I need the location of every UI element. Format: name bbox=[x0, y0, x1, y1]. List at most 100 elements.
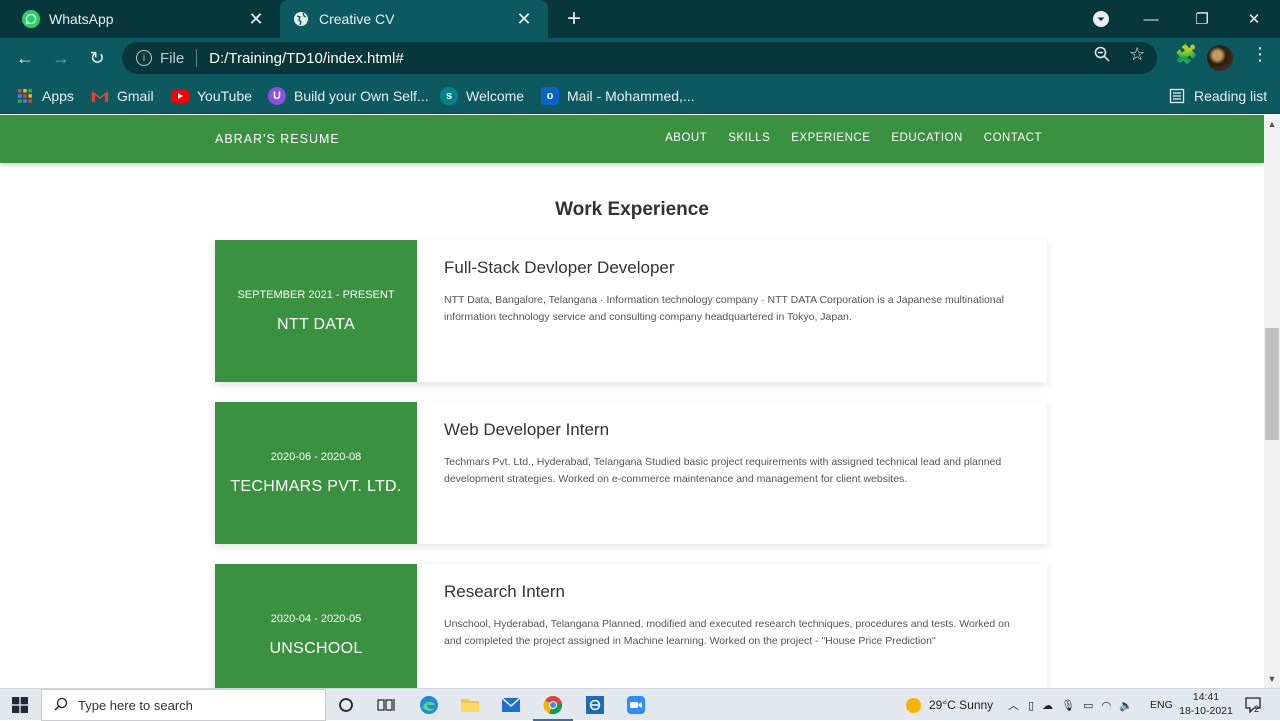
experience-company: NTT DATA bbox=[277, 315, 355, 333]
reading-list-button[interactable]: Reading list bbox=[1168, 86, 1267, 106]
whatsapp-icon bbox=[22, 10, 40, 28]
tab-strip: WhatsApp ✕ Creative CV ✕ + — ❐ ✕ bbox=[0, 0, 1280, 38]
tab-creative-cv[interactable]: Creative CV ✕ bbox=[280, 0, 548, 38]
bookmark-label: Apps bbox=[42, 88, 74, 104]
bookmark-label: Gmail bbox=[117, 88, 154, 104]
divider bbox=[196, 49, 198, 67]
edge-app[interactable] bbox=[417, 693, 441, 717]
site-brand[interactable]: ABRAR'S RESUME bbox=[215, 132, 340, 146]
mail-icon bbox=[501, 697, 521, 712]
speaker-icon[interactable]: 🔈 bbox=[1119, 699, 1133, 712]
search-icon bbox=[54, 697, 68, 714]
microphone-icon[interactable]: 🎙 bbox=[1061, 699, 1075, 712]
cortana-button[interactable] bbox=[334, 693, 358, 717]
zoom-app[interactable] bbox=[624, 693, 648, 717]
bookmark-welcome[interactable]: s Welcome bbox=[440, 86, 524, 106]
scroll-down-arrow-icon[interactable]: ▼ bbox=[1264, 672, 1280, 686]
taskbar-search[interactable]: Type here to search bbox=[41, 689, 326, 721]
close-tab-icon[interactable]: ✕ bbox=[242, 5, 270, 33]
folder-icon bbox=[461, 699, 479, 712]
page-viewport: ABRAR'S RESUME ABOUT SKILLS EXPERIENCE E… bbox=[0, 115, 1264, 688]
reading-list-label: Reading list bbox=[1194, 88, 1268, 104]
bookmark-label: Welcome bbox=[466, 88, 525, 104]
experience-card-body: Research Intern Unschool, Hyderabad, Tel… bbox=[444, 582, 1027, 650]
forward-button[interactable]: → bbox=[46, 43, 76, 73]
bookmark-apps[interactable]: Apps bbox=[16, 86, 74, 106]
unschool-icon: U bbox=[268, 87, 286, 105]
chrome-app[interactable] bbox=[533, 693, 573, 721]
experience-date: 2020-06 - 2020-08 bbox=[270, 450, 362, 463]
youtube-icon bbox=[171, 89, 189, 103]
close-tab-icon[interactable]: ✕ bbox=[510, 5, 538, 33]
task-view-button[interactable] bbox=[374, 693, 398, 717]
chevron-up-icon[interactable]: ︿ bbox=[1008, 697, 1019, 713]
extensions-puzzle-icon[interactable]: 🧩 bbox=[1175, 44, 1197, 65]
zoom-icon[interactable] bbox=[1094, 46, 1110, 67]
notification-center[interactable]: 2 bbox=[1245, 689, 1261, 721]
address-bar[interactable]: i File D:/Training/TD10/index.html# bbox=[122, 42, 1157, 74]
zoom-meetings-icon bbox=[627, 696, 645, 714]
reload-button[interactable]: ↻ bbox=[82, 43, 112, 73]
bookmark-mail[interactable]: o Mail - Mohammed,... bbox=[541, 86, 695, 106]
new-tab-button[interactable]: + bbox=[560, 5, 588, 33]
clock-date: 18-10-2021 bbox=[1179, 705, 1233, 717]
file-explorer-app[interactable] bbox=[458, 693, 482, 717]
close-window-button[interactable]: ✕ bbox=[1229, 0, 1279, 38]
experience-card: 2020-04 - 2020-05 UNSCHOOL Research Inte… bbox=[215, 564, 1047, 688]
globe-icon bbox=[292, 10, 310, 28]
show-hidden-icons[interactable]: ︿ bbox=[1008, 689, 1019, 721]
bookmarks-bar: Apps Gmail YouTube U Build your Own Self… bbox=[0, 78, 1280, 114]
experience-date: 2020-04 - 2020-05 bbox=[270, 612, 362, 625]
search-placeholder: Type here to search bbox=[78, 697, 193, 713]
clock-time: 14:41 bbox=[1192, 691, 1220, 703]
nav-about[interactable]: ABOUT bbox=[665, 132, 707, 144]
experience-card-header: 2020-06 - 2020-08 TECHMARS PVT. LTD. bbox=[215, 402, 417, 544]
wifi-icon[interactable]: ◠ bbox=[1101, 699, 1111, 712]
experience-card-header: 2020-04 - 2020-05 UNSCHOOL bbox=[215, 564, 417, 688]
clock[interactable]: 14:41 18-10-2021 bbox=[1176, 690, 1236, 718]
nav-experience[interactable]: EXPERIENCE bbox=[791, 132, 870, 144]
back-button[interactable]: ← bbox=[10, 43, 40, 73]
experience-role: Full-Stack Devloper Developer bbox=[444, 258, 675, 277]
site-navbar: ABRAR'S RESUME ABOUT SKILLS EXPERIENCE E… bbox=[0, 115, 1264, 163]
scroll-up-arrow-icon[interactable]: ▲ bbox=[1264, 117, 1280, 131]
info-icon[interactable]: i bbox=[136, 50, 152, 66]
bookmark-star-icon[interactable]: ☆ bbox=[1129, 44, 1145, 65]
url-text[interactable]: D:/Training/TD10/index.html# bbox=[209, 50, 404, 67]
minimize-button[interactable]: — bbox=[1126, 0, 1176, 38]
cloud-icon[interactable]: ☁ bbox=[1042, 699, 1053, 712]
app-launcher[interactable] bbox=[583, 693, 607, 717]
restore-button[interactable]: ❐ bbox=[1177, 0, 1227, 38]
tab-whatsapp[interactable]: WhatsApp ✕ bbox=[0, 0, 280, 38]
experience-role: Web Developer Intern bbox=[444, 420, 610, 439]
bookmark-gmail[interactable]: Gmail bbox=[91, 86, 154, 106]
app-icon bbox=[586, 696, 604, 714]
menu-kebab-icon[interactable]: ⋮ bbox=[1251, 44, 1269, 65]
weather-widget[interactable]: 29°C Sunny bbox=[906, 689, 993, 721]
bookmark-unschool[interactable]: U Build your Own Self... bbox=[268, 86, 429, 106]
experience-card: SEPTEMBER 2021 - PRESENT NTT DATA Full-S… bbox=[215, 240, 1047, 382]
gmail-icon bbox=[91, 87, 109, 105]
experience-card: 2020-06 - 2020-08 TECHMARS PVT. LTD. Web… bbox=[215, 402, 1047, 544]
bookmark-label: Mail - Mohammed,... bbox=[567, 88, 695, 104]
apps-grid-icon bbox=[16, 87, 34, 105]
experience-card-body: Web Developer Intern Techmars Pvt. Ltd.,… bbox=[444, 420, 1027, 488]
tab-search-button[interactable] bbox=[1076, 0, 1126, 38]
scrollbar-thumb[interactable] bbox=[1265, 328, 1279, 440]
nav-skills[interactable]: SKILLS bbox=[728, 132, 770, 144]
nav-education[interactable]: EDUCATION bbox=[891, 132, 962, 144]
battery-icon[interactable]: ▭ bbox=[1083, 699, 1093, 712]
experience-role: Research Intern bbox=[444, 582, 565, 601]
mail-app[interactable] bbox=[499, 693, 523, 717]
experience-description: NTT Data, Bangalore, Telangana · Informa… bbox=[444, 294, 1004, 323]
experience-date: SEPTEMBER 2021 - PRESENT bbox=[237, 288, 395, 301]
windows-taskbar: Type here to search 29°C Sunny ︿ ▯ ☁ 🎙 ▭… bbox=[0, 688, 1280, 721]
edge-icon bbox=[420, 696, 438, 714]
profile-avatar[interactable] bbox=[1207, 45, 1233, 71]
tray-app-icon[interactable]: ▯ bbox=[1028, 699, 1034, 712]
start-button[interactable] bbox=[0, 689, 40, 721]
bookmark-youtube[interactable]: YouTube bbox=[171, 86, 252, 106]
language-indicator[interactable]: ENG bbox=[1150, 689, 1173, 721]
task-view-icon bbox=[377, 699, 395, 711]
nav-contact[interactable]: CONTACT bbox=[984, 132, 1042, 144]
